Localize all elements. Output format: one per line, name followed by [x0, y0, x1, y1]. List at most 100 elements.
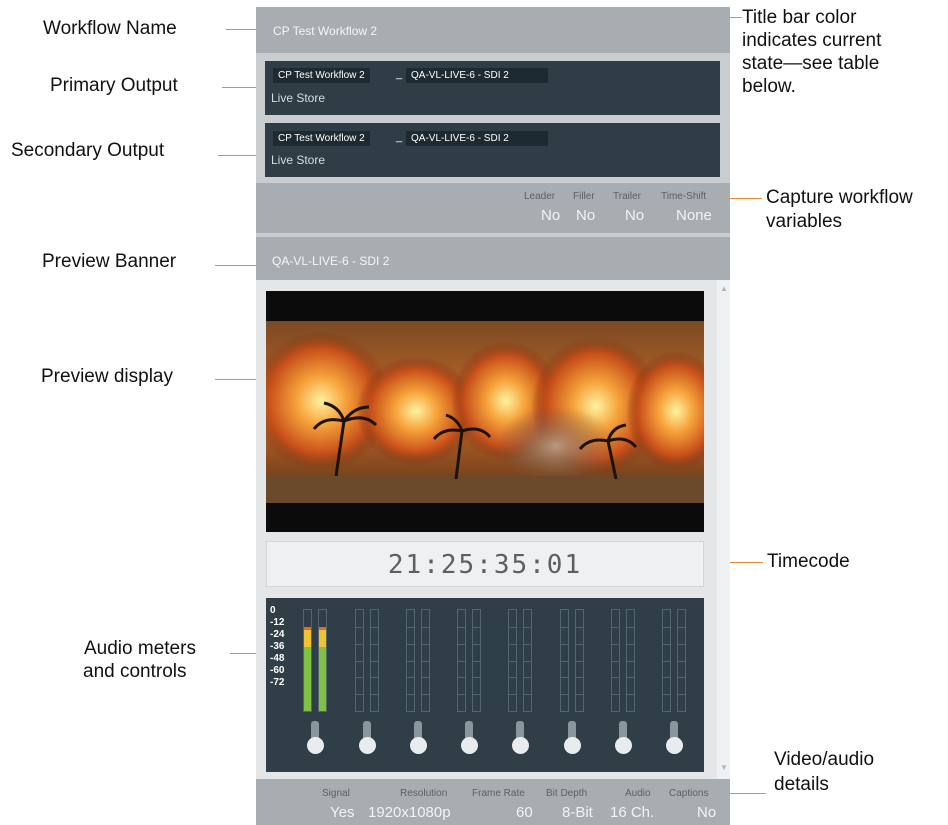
- secondary-source-chip: QA-VL-LIVE-6 - SDI 2: [406, 131, 548, 146]
- meter-tick: [458, 694, 465, 696]
- meter-tick: [371, 694, 378, 696]
- framerate-label: Frame Rate: [472, 788, 525, 799]
- meter-tick: [407, 660, 414, 662]
- meter-tick: [524, 694, 531, 696]
- timecode-box: 21:25:35:01: [266, 541, 704, 587]
- callout-title-bar-2: indicates current: [742, 30, 882, 51]
- meter-tick: [576, 626, 583, 628]
- meter-tick: [561, 694, 568, 696]
- meter-tick: [663, 626, 670, 628]
- primary-output[interactable]: CP Test Workflow 2 _ QA-VL-LIVE-6 - SDI …: [265, 61, 720, 115]
- db-label: -36: [270, 641, 285, 652]
- audio-meter: [662, 609, 671, 712]
- meter-tick: [407, 626, 414, 628]
- meter-tick: [561, 643, 568, 645]
- meter-tick: [524, 643, 531, 645]
- bitdepth-value: 8-Bit: [562, 804, 593, 821]
- meter-tick: [627, 643, 634, 645]
- meter-tick: [524, 626, 531, 628]
- meter-tick: [356, 660, 363, 662]
- meter-tick: [473, 677, 480, 679]
- scroll-up-icon[interactable]: ▲: [720, 284, 728, 293]
- meter-tick: [458, 626, 465, 628]
- callout-timecode: Timecode: [767, 551, 850, 572]
- preview-display: [266, 291, 704, 532]
- meter-tick: [678, 626, 685, 628]
- meter-tick: [371, 677, 378, 679]
- fader-knob[interactable]: [307, 737, 324, 754]
- fader-knob[interactable]: [512, 737, 529, 754]
- meter-tick: [356, 626, 363, 628]
- meter-tick: [458, 677, 465, 679]
- callout-workflow-name: Workflow Name: [43, 18, 177, 39]
- resolution-value: 1920x1080p: [368, 804, 451, 821]
- meter-tick: [407, 643, 414, 645]
- meter-tick: [509, 694, 516, 696]
- callout-preview-display: Preview display: [41, 366, 173, 387]
- meter-tick: [576, 694, 583, 696]
- meter-tick: [356, 694, 363, 696]
- secondary-store: Live Store: [271, 153, 326, 167]
- timeshift-value: None: [676, 207, 712, 224]
- fader-knob[interactable]: [615, 737, 632, 754]
- preview-image: [266, 291, 704, 532]
- meter-tick: [663, 677, 670, 679]
- scrollbar[interactable]: ▲ ▼: [717, 280, 730, 779]
- meter-tick: [371, 626, 378, 628]
- audio-meter: [370, 609, 379, 712]
- signal-label: Signal: [322, 788, 350, 799]
- trailer-label: Trailer: [613, 191, 641, 202]
- audio-meter: [560, 609, 569, 712]
- meter-tick: [627, 694, 634, 696]
- leader-label: Leader: [524, 191, 556, 202]
- secondary-output[interactable]: CP Test Workflow 2 _ QA-VL-LIVE-6 - SDI …: [265, 123, 720, 177]
- audio-meter: [523, 609, 532, 712]
- meter-tick: [612, 626, 619, 628]
- video-audio-details: Signal Yes Resolution 1920x1080p Frame R…: [256, 779, 730, 825]
- meter-tick: [612, 660, 619, 662]
- callout-audio-meters: Audio meters: [84, 638, 196, 659]
- meter-tick: [627, 626, 634, 628]
- audio-meter: [303, 609, 312, 712]
- meter-tick: [509, 643, 516, 645]
- scroll-down-icon[interactable]: ▼: [720, 763, 728, 772]
- db-label: -48: [270, 653, 285, 664]
- primary-store: Live Store: [271, 91, 326, 105]
- timecode: 21:25:35:01: [387, 550, 583, 580]
- callout-title-bar-1: Title bar color: [742, 7, 857, 28]
- meter-tick: [407, 694, 414, 696]
- meter-tick: [371, 643, 378, 645]
- meter-tick: [422, 660, 429, 662]
- capture-variables: Leader No Filler No Trailer No Time-Shif…: [256, 183, 730, 233]
- meter-tick: [473, 694, 480, 696]
- workflow-title-bar[interactable]: CP Test Workflow 2: [256, 7, 730, 53]
- meter-tick: [524, 660, 531, 662]
- callout-capture-1: Capture workflow: [766, 187, 913, 208]
- fader-knob[interactable]: [359, 737, 376, 754]
- workflow-panel: CP Test Workflow 2 CP Test Workflow 2 _ …: [256, 7, 730, 825]
- audio-meter: [677, 609, 686, 712]
- callout-preview-banner: Preview Banner: [42, 251, 177, 272]
- meter-tick: [473, 626, 480, 628]
- db-label: -24: [270, 629, 285, 640]
- meter-tick: [473, 643, 480, 645]
- secondary-workflow-chip: CP Test Workflow 2: [273, 131, 370, 146]
- meter-tick: [576, 677, 583, 679]
- fader-knob[interactable]: [564, 737, 581, 754]
- meter-tick: [627, 677, 634, 679]
- preview-banner[interactable]: QA-VL-LIVE-6 - SDI 2: [256, 237, 730, 280]
- callout-audio-controls: and controls: [83, 661, 187, 682]
- meter-tick: [663, 660, 670, 662]
- fader-knob[interactable]: [666, 737, 683, 754]
- audio-meters: 0 -12 -24 -36 -48 -60 -72: [266, 598, 704, 772]
- timeshift-label: Time-Shift: [661, 191, 707, 202]
- meter-tick: [561, 677, 568, 679]
- db-label: -12: [270, 617, 285, 628]
- audio-meter: [318, 609, 327, 712]
- callout-title-bar-3: state—see table: [742, 53, 880, 74]
- captions-value: No: [697, 804, 717, 821]
- fader-knob[interactable]: [461, 737, 478, 754]
- meter-tick: [612, 677, 619, 679]
- callout-secondary-output: Secondary Output: [11, 140, 165, 161]
- fader-knob[interactable]: [410, 737, 427, 754]
